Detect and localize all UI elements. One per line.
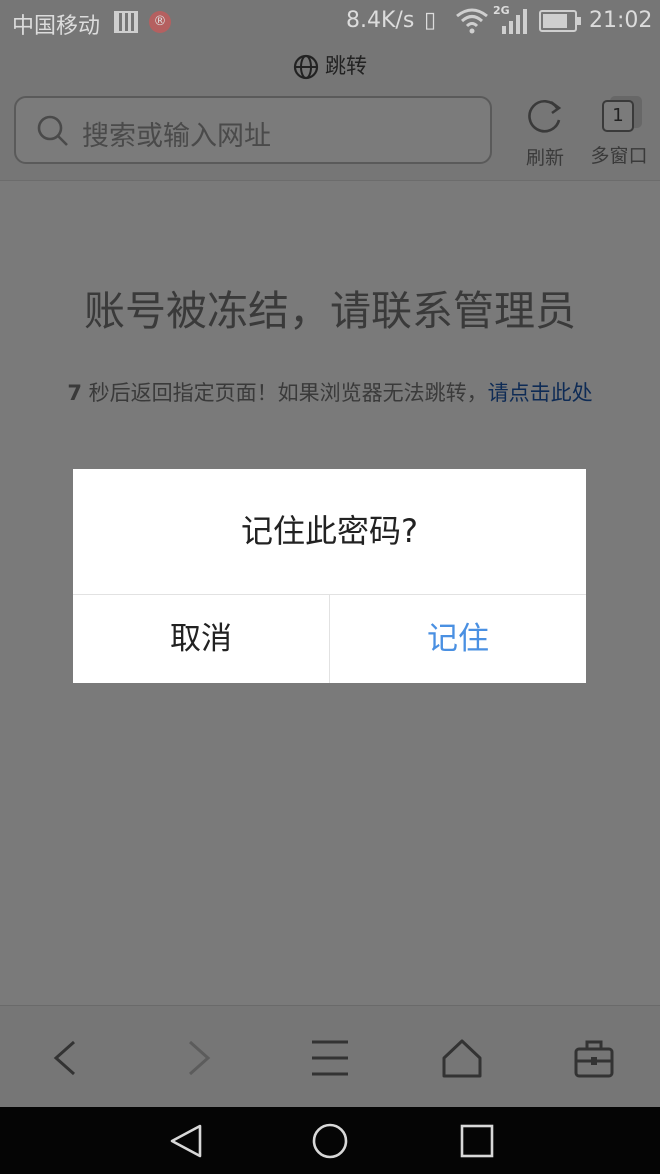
dialog-title: 记住此密码?	[241, 512, 418, 550]
system-home-icon[interactable]	[310, 1123, 350, 1159]
system-recent-icon[interactable]	[456, 1123, 496, 1159]
refresh-icon	[528, 99, 562, 133]
app-notification-icon: ®	[149, 11, 171, 33]
redirect-text: 秒后返回指定页面！如果浏览器无法跳转，	[81, 381, 488, 405]
browser-screen: 中国移动 ® 8.4K/s ▯ 2G 21:02 跳转 搜索或输入网址 刷新 1…	[0, 0, 660, 1174]
redirect-link[interactable]: 请点击此处	[488, 381, 593, 405]
page-title: 跳转	[325, 54, 367, 78]
carrier-label: 中国移动	[12, 14, 101, 39]
menu-icon[interactable]	[308, 1036, 352, 1080]
cancel-button[interactable]: 取消	[73, 595, 329, 683]
address-bar: 搜索或输入网址 刷新 1 多窗口	[0, 88, 660, 181]
forward-icon[interactable]	[176, 1036, 220, 1080]
page-title-bar: 跳转	[0, 44, 660, 88]
countdown-seconds: 7	[67, 381, 82, 405]
system-back-icon[interactable]	[166, 1123, 206, 1159]
back-icon[interactable]	[44, 1036, 88, 1080]
redirect-message: 7 秒后返回指定页面！如果浏览器无法跳转，请点击此处	[0, 377, 660, 407]
remember-password-button[interactable]: 记住	[330, 595, 586, 683]
windows-icon: 1	[602, 96, 642, 134]
window-count: 1	[602, 100, 634, 132]
clock: 21:02	[589, 8, 653, 33]
search-icon	[37, 115, 68, 146]
browser-bottom-nav	[0, 1005, 660, 1108]
search-input[interactable]: 搜索或输入网址	[14, 96, 492, 164]
signal-icon	[502, 9, 527, 34]
system-nav-bar	[0, 1107, 660, 1174]
vibrate-icon: ▯	[424, 8, 437, 33]
battery-icon	[539, 10, 581, 32]
frozen-account-headline: 账号被冻结，请联系管理员	[84, 287, 576, 335]
network-speed: 8.4K/s	[346, 8, 415, 33]
multi-window-button[interactable]: 1 多窗口	[586, 96, 652, 168]
globe-icon	[293, 54, 319, 80]
wifi-icon	[456, 8, 488, 34]
save-password-dialog: 记住此密码? 取消 记住	[73, 469, 586, 683]
refresh-button[interactable]: 刷新	[520, 96, 570, 170]
qr-notification-icon	[114, 11, 138, 33]
refresh-label: 刷新	[525, 147, 564, 169]
home-icon[interactable]	[440, 1036, 484, 1080]
status-bar: 中国移动 ® 8.4K/s ▯ 2G 21:02	[0, 0, 660, 44]
toolbox-icon[interactable]	[572, 1036, 616, 1080]
search-placeholder: 搜索或输入网址	[82, 121, 271, 152]
windows-label: 多窗口	[590, 145, 648, 167]
